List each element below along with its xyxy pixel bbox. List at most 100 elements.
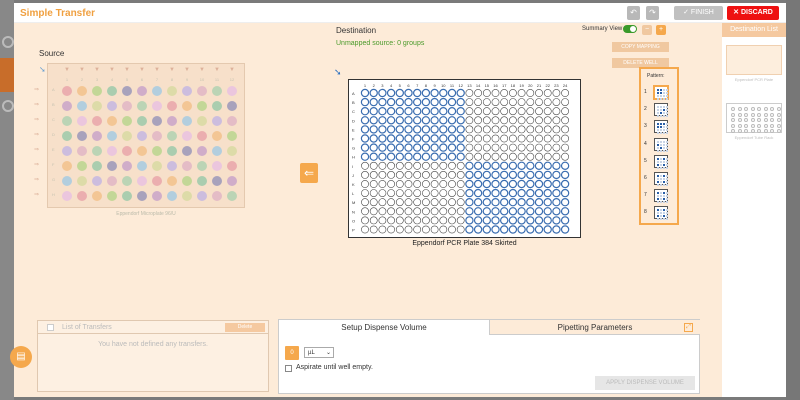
destination-well[interactable] [378, 97, 387, 107]
destination-well[interactable] [561, 125, 569, 134]
destination-well[interactable] [543, 98, 552, 106]
destination-well[interactable] [543, 107, 552, 116]
apply-dispense-volume-button[interactable]: APPLY DISPENSE VOLUME [595, 376, 695, 390]
destination-well[interactable] [456, 207, 465, 216]
destination-well[interactable] [439, 161, 448, 170]
volume-input[interactable]: 0 [285, 346, 299, 360]
destination-well[interactable] [413, 189, 422, 197]
destination-well[interactable] [526, 152, 535, 161]
destination-well[interactable] [456, 116, 465, 125]
destination-well[interactable] [404, 189, 413, 197]
source-well[interactable] [77, 86, 87, 96]
destination-well[interactable] [482, 179, 491, 189]
destination-well[interactable] [543, 134, 552, 143]
source-col-header[interactable]: ▼ [137, 67, 147, 73]
source-well[interactable] [137, 131, 147, 141]
destination-well[interactable] [465, 152, 474, 161]
destination-well[interactable] [474, 125, 483, 134]
destination-well[interactable] [517, 225, 526, 234]
destination-well[interactable] [534, 161, 544, 171]
destination-well[interactable] [439, 125, 448, 134]
destination-well[interactable] [465, 161, 474, 171]
destination-well[interactable] [395, 152, 405, 161]
destination-well[interactable] [439, 97, 448, 107]
destination-well[interactable] [386, 107, 396, 116]
source-well[interactable] [92, 86, 102, 96]
source-well[interactable] [212, 191, 222, 201]
destination-well[interactable] [552, 116, 561, 125]
destination-well[interactable] [526, 188, 535, 198]
destination-well[interactable] [465, 89, 474, 97]
source-well[interactable] [152, 116, 162, 126]
destination-well[interactable] [430, 88, 439, 98]
destination-well[interactable] [421, 107, 431, 116]
destination-well[interactable] [395, 97, 405, 107]
destination-well[interactable] [465, 125, 474, 134]
destination-well[interactable] [430, 171, 439, 179]
destination-well[interactable] [535, 107, 543, 116]
destination-well[interactable] [430, 125, 439, 134]
destination-well[interactable] [561, 107, 569, 116]
destination-well[interactable] [422, 198, 430, 207]
source-col-header[interactable]: ▼ [122, 67, 132, 73]
destination-well[interactable] [482, 170, 491, 180]
destination-well[interactable] [412, 116, 422, 125]
destination-well[interactable] [482, 134, 491, 143]
destination-well[interactable] [369, 143, 378, 152]
destination-well[interactable] [412, 125, 422, 134]
destination-well[interactable] [404, 207, 413, 216]
destination-well[interactable] [456, 88, 465, 98]
destination-well[interactable] [561, 98, 569, 106]
destination-well[interactable] [404, 116, 413, 125]
source-well[interactable] [122, 146, 132, 156]
destination-well[interactable] [448, 216, 456, 225]
destination-well[interactable] [560, 179, 570, 189]
destination-well[interactable] [465, 98, 474, 106]
destination-well[interactable] [430, 198, 439, 207]
destination-well[interactable] [508, 197, 518, 207]
destination-well[interactable] [552, 152, 561, 161]
destination-well[interactable] [430, 189, 439, 197]
destination-well[interactable] [413, 225, 422, 234]
destination-well[interactable] [500, 134, 509, 143]
source-well[interactable] [107, 101, 117, 111]
destination-well[interactable] [552, 161, 561, 171]
destination-well[interactable] [430, 225, 439, 234]
source-row-header[interactable]: ⇒ [34, 131, 39, 138]
source-well[interactable] [107, 161, 117, 171]
destination-well[interactable] [465, 116, 474, 125]
destination-well[interactable] [387, 161, 395, 170]
destination-well[interactable] [413, 171, 422, 179]
source-well[interactable] [62, 131, 72, 141]
destination-well[interactable] [395, 88, 405, 98]
source-well[interactable] [167, 161, 177, 171]
destination-well[interactable] [508, 143, 517, 152]
destination-well[interactable] [465, 197, 474, 207]
destination-well[interactable] [430, 134, 439, 143]
destination-well[interactable] [526, 134, 535, 143]
destination-well[interactable] [482, 116, 491, 125]
copy-mapping-button[interactable]: COPY MAPPING [612, 42, 669, 52]
destination-well[interactable] [387, 189, 395, 197]
destination-well[interactable] [534, 197, 544, 207]
finish-button[interactable]: ✓ FINISH [674, 6, 723, 20]
destination-well[interactable] [517, 89, 526, 97]
destination-well[interactable] [508, 89, 517, 97]
destination-well[interactable] [482, 216, 491, 225]
destination-well[interactable] [413, 216, 422, 225]
destination-well[interactable] [439, 88, 448, 98]
destination-well[interactable] [517, 134, 526, 143]
destination-well[interactable] [456, 152, 465, 161]
destination-well[interactable] [361, 225, 369, 234]
destination-well[interactable] [526, 116, 535, 125]
destination-well[interactable] [421, 97, 431, 107]
destination-well[interactable] [491, 170, 500, 180]
destination-well[interactable] [360, 116, 370, 125]
destination-well[interactable] [465, 179, 474, 189]
destination-well[interactable] [508, 125, 517, 134]
source-well[interactable] [152, 191, 162, 201]
destination-well[interactable] [552, 89, 561, 97]
source-well[interactable] [182, 161, 192, 171]
source-row-header[interactable]: ⇒ [34, 176, 39, 183]
destination-well[interactable] [526, 216, 535, 225]
